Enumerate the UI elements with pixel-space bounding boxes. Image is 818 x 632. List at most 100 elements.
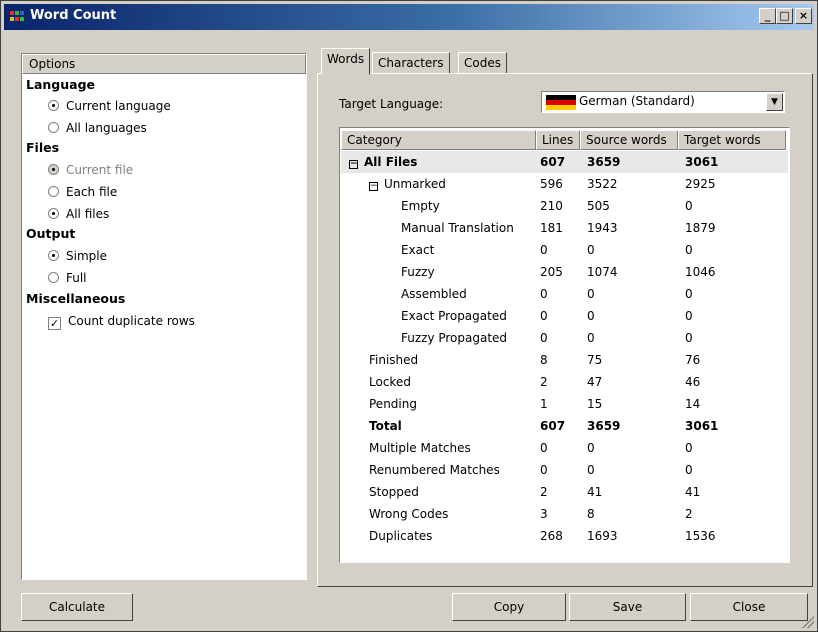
cell-source: 15 bbox=[587, 397, 603, 411]
table-row[interactable]: Locked 2 47 46 bbox=[341, 371, 788, 393]
calculate-button[interactable]: Calculate bbox=[21, 593, 133, 621]
tab-codes[interactable]: Codes bbox=[458, 52, 507, 74]
radio-indicator bbox=[48, 164, 59, 175]
table-row[interactable]: Assembled 0 0 0 bbox=[341, 283, 788, 305]
cell-target: 46 bbox=[685, 375, 701, 389]
word-count-table[interactable]: Category Lines Source words Target words… bbox=[339, 127, 790, 563]
cell-lines: 205 bbox=[540, 265, 563, 279]
save-button[interactable]: Save bbox=[569, 593, 686, 621]
copy-button[interactable]: Copy bbox=[452, 593, 566, 621]
column-header-source-words[interactable]: Source words bbox=[580, 130, 678, 150]
table-row[interactable]: Empty 210 505 0 bbox=[341, 195, 788, 217]
cell-source: 3659 bbox=[587, 155, 621, 169]
target-language-select[interactable]: German (Standard) ▼ bbox=[541, 91, 785, 113]
cell-category-text: Stopped bbox=[369, 485, 419, 499]
cell-source: 3522 bbox=[587, 177, 618, 191]
collapse-icon[interactable]: − bbox=[369, 182, 378, 191]
tab-words[interactable]: Words bbox=[321, 48, 371, 75]
close-window-button[interactable]: × bbox=[795, 8, 812, 24]
cell-lines: 2 bbox=[540, 375, 548, 389]
calculate-button-label: Calculate bbox=[48, 600, 106, 614]
table-row[interactable]: Duplicates 268 1693 1536 bbox=[341, 525, 788, 547]
target-language-label: Target Language: bbox=[339, 97, 444, 111]
cell-lines: 3 bbox=[540, 507, 548, 521]
cell-category: Duplicates bbox=[369, 525, 432, 547]
cell-category-text: Empty bbox=[401, 199, 440, 213]
table-row[interactable]: − All Files 607 3659 3061 bbox=[341, 151, 788, 173]
radio-each-file[interactable]: Each file bbox=[48, 185, 117, 199]
chevron-down-icon[interactable]: ▼ bbox=[766, 93, 783, 111]
german-flag-icon bbox=[546, 95, 576, 110]
app-icon bbox=[10, 11, 24, 21]
radio-simple[interactable]: Simple bbox=[48, 249, 107, 263]
section-output-title: Output bbox=[26, 226, 76, 241]
table-row[interactable]: Total 607 3659 3061 bbox=[341, 415, 788, 437]
table-row[interactable]: Wrong Codes 3 8 2 bbox=[341, 503, 788, 525]
column-header-lines[interactable]: Lines bbox=[536, 130, 580, 150]
table-row[interactable]: Multiple Matches 0 0 0 bbox=[341, 437, 788, 459]
cell-category: Stopped bbox=[369, 481, 419, 503]
table-row[interactable]: Stopped 2 41 41 bbox=[341, 481, 788, 503]
copy-button-label: Copy bbox=[493, 600, 525, 614]
radio-indicator[interactable] bbox=[48, 272, 59, 283]
radio-label: Current file bbox=[66, 163, 134, 177]
radio-label: Simple bbox=[66, 249, 107, 263]
options-panel: Options Language Current language All la… bbox=[21, 53, 307, 580]
cell-source: 47 bbox=[587, 375, 603, 389]
radio-current-language[interactable]: Current language bbox=[48, 99, 171, 113]
radio-indicator[interactable] bbox=[48, 122, 59, 133]
table-row[interactable]: − Unmarked 596 3522 2925 bbox=[341, 173, 788, 195]
target-language-value: German (Standard) bbox=[579, 94, 695, 108]
cell-category-text: Fuzzy bbox=[401, 265, 435, 279]
table-row[interactable]: Exact Propagated 0 0 0 bbox=[341, 305, 788, 327]
cell-lines: 8 bbox=[540, 353, 548, 367]
radio-label: All files bbox=[66, 207, 110, 221]
radio-all-files[interactable]: All files bbox=[48, 207, 109, 221]
checkbox-indicator[interactable]: ✓ bbox=[48, 317, 61, 330]
cell-target: 2 bbox=[685, 507, 693, 521]
cell-target: 3061 bbox=[685, 419, 719, 433]
cell-target: 2925 bbox=[685, 177, 716, 191]
cell-category-text: Exact bbox=[401, 243, 435, 257]
cell-category-text: Total bbox=[369, 419, 402, 433]
cell-category: Finished bbox=[369, 349, 418, 371]
checkbox-count-duplicate-rows[interactable]: ✓ Count duplicate rows bbox=[48, 314, 195, 330]
cell-lines: 210 bbox=[540, 199, 563, 213]
radio-full[interactable]: Full bbox=[48, 271, 87, 285]
close-button[interactable]: Close bbox=[690, 593, 808, 621]
cell-lines: 268 bbox=[540, 529, 563, 543]
radio-indicator[interactable] bbox=[48, 208, 59, 219]
cell-lines: 0 bbox=[540, 331, 548, 345]
table-row[interactable]: Renumbered Matches 0 0 0 bbox=[341, 459, 788, 481]
save-button-label: Save bbox=[612, 600, 643, 614]
cell-target: 0 bbox=[685, 309, 693, 323]
radio-indicator[interactable] bbox=[48, 186, 59, 197]
column-header-category[interactable]: Category bbox=[341, 130, 536, 150]
table-row[interactable]: Fuzzy 205 1074 1046 bbox=[341, 261, 788, 283]
cell-category-text: Fuzzy Propagated bbox=[401, 331, 508, 345]
maximize-button[interactable]: □ bbox=[776, 8, 793, 24]
title-bar[interactable]: Word Count _ □ × bbox=[4, 4, 814, 30]
cell-category-text: Exact Propagated bbox=[401, 309, 507, 323]
table-row[interactable]: Exact 0 0 0 bbox=[341, 239, 788, 261]
radio-all-languages[interactable]: All languages bbox=[48, 121, 147, 135]
table-row[interactable]: Fuzzy Propagated 0 0 0 bbox=[341, 327, 788, 349]
cell-target: 1879 bbox=[685, 221, 716, 235]
table-row[interactable]: Pending 1 15 14 bbox=[341, 393, 788, 415]
minimize-button[interactable]: _ bbox=[759, 8, 776, 24]
cell-category: Fuzzy Propagated bbox=[401, 327, 507, 349]
column-header-target-words[interactable]: Target words bbox=[678, 130, 786, 150]
radio-indicator[interactable] bbox=[48, 100, 59, 111]
cell-category: Empty bbox=[401, 195, 440, 217]
collapse-icon[interactable]: − bbox=[349, 160, 358, 169]
cell-category-text: Multiple Matches bbox=[369, 441, 471, 455]
table-row[interactable]: Manual Translation 181 1943 1879 bbox=[341, 217, 788, 239]
radio-indicator[interactable] bbox=[48, 250, 59, 261]
options-header: Options bbox=[22, 54, 306, 74]
cell-target: 0 bbox=[685, 199, 693, 213]
resize-grip-icon[interactable] bbox=[802, 616, 814, 628]
cell-category-text: Manual Translation bbox=[401, 221, 514, 235]
table-row[interactable]: Finished 8 75 76 bbox=[341, 349, 788, 371]
tab-characters[interactable]: Characters bbox=[372, 52, 450, 74]
cell-category: Wrong Codes bbox=[369, 503, 448, 525]
